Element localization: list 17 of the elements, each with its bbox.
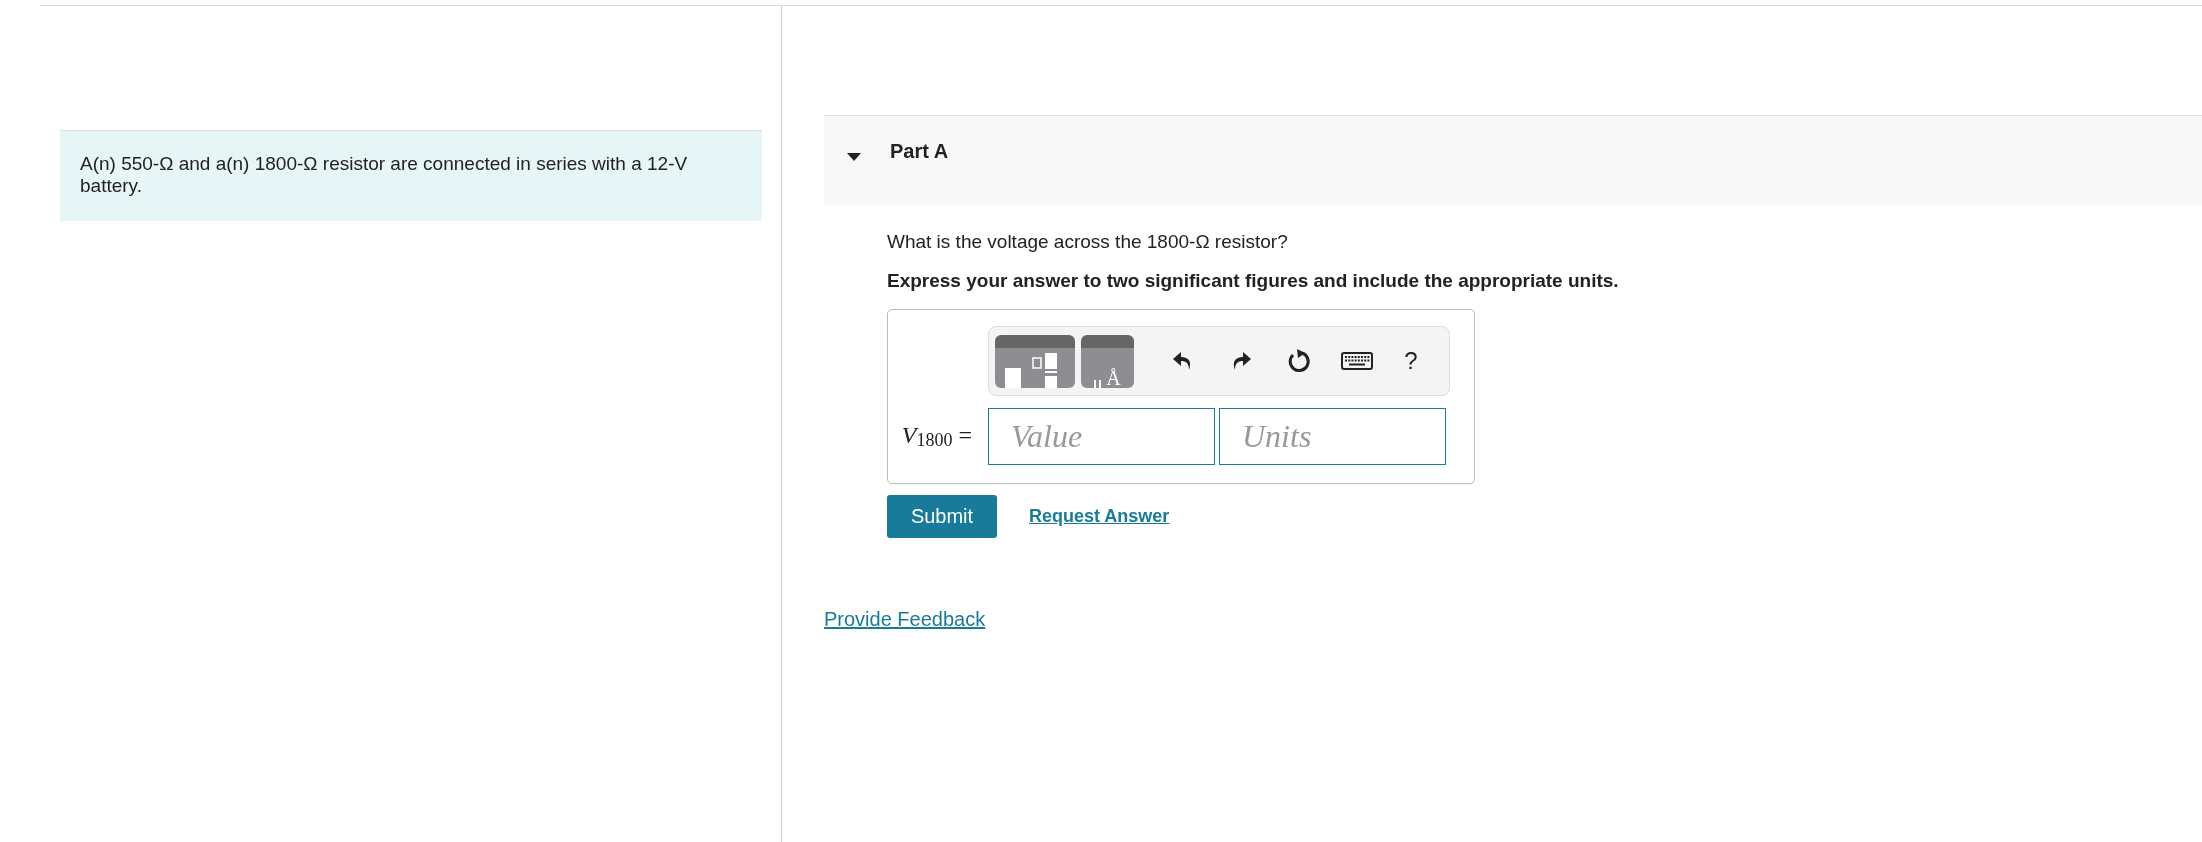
instruction-text: Express your answer to two significant figures and include the appropriate units. — [887, 270, 1620, 292]
problem-statement: A(n) 550-Ω and a(n) 1800-Ω resistor are connected in series with a 12-V battery. — [60, 130, 762, 221]
submit-button[interactable]: Submit — [887, 495, 997, 538]
reset-icon — [1287, 348, 1311, 374]
units-field[interactable]: Units — [1219, 408, 1446, 465]
answer-label: V$_{1800}$ = — [900, 422, 973, 451]
units-button[interactable]: Å — [1081, 334, 1134, 388]
caret-icon[interactable] — [846, 152, 862, 162]
help-button[interactable]: ? — [1386, 347, 1436, 375]
value-field[interactable]: Value — [988, 408, 1215, 465]
question-text: What is the voltage across the 1800-Ω resistor? — [887, 231, 1289, 253]
provide-feedback-link[interactable]: Provide Feedback — [824, 608, 986, 631]
templates-button[interactable] — [995, 334, 1075, 388]
keyboard-icon — [1341, 352, 1373, 370]
bars-icon — [1094, 377, 1103, 388]
part-title[interactable]: Part A — [890, 140, 949, 163]
request-answer-link[interactable]: Request Answer — [1029, 506, 1170, 527]
